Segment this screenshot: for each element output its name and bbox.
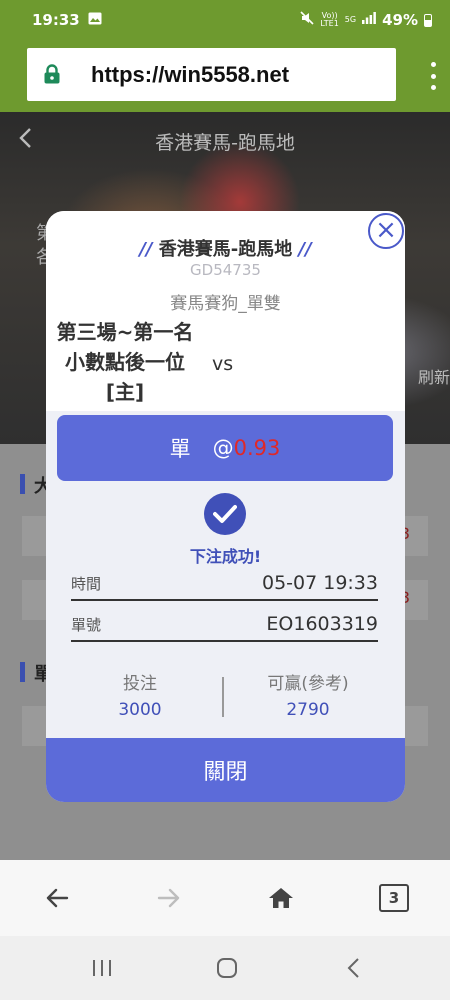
title-slash-left: // xyxy=(139,239,153,260)
lock-icon[interactable] xyxy=(43,64,61,84)
battery-icon xyxy=(424,13,432,27)
forward-arrow-icon[interactable] xyxy=(152,882,186,914)
volte-indicator: Vo)) LTE1 xyxy=(320,12,338,28)
close-button[interactable]: 關閉 xyxy=(46,738,405,802)
tab-count[interactable]: 3 xyxy=(379,884,409,912)
win-label: 可贏(參考) xyxy=(267,674,349,694)
close-icon[interactable]: × xyxy=(368,213,404,249)
event-code: GD54735 xyxy=(190,261,261,279)
order-label: 單號 xyxy=(71,615,102,634)
win-stat: 可贏(參考) 2790 xyxy=(228,669,388,720)
gallery-icon xyxy=(88,11,102,29)
status-time: 19:33 xyxy=(32,11,80,29)
order-row: 單號 EO1603319 xyxy=(71,608,378,642)
bet-type: 賽馬賽狗_單雙 xyxy=(170,294,281,314)
url-field[interactable]: https://win5558.net xyxy=(27,48,396,101)
signal-icon xyxy=(362,12,376,28)
title-slash-right: // xyxy=(298,239,312,260)
home-circle-icon[interactable] xyxy=(215,956,239,980)
recents-icon[interactable] xyxy=(90,956,114,980)
time-row: 時間 05-07 19:33 xyxy=(71,567,378,601)
stake-value: 3000 xyxy=(118,700,162,720)
net-5g-label: 5G xyxy=(344,15,357,24)
odds-prefix: @ xyxy=(212,436,234,460)
stat-divider xyxy=(222,677,224,717)
lte-label: LTE1 xyxy=(320,19,339,28)
battery-percent: 49% xyxy=(382,11,418,29)
status-bar: 19:33 Vo)) LTE1 5G 49% xyxy=(0,0,450,40)
home-icon[interactable] xyxy=(266,882,296,914)
url-text[interactable]: https://win5558.net xyxy=(91,62,289,88)
browser-toolbar: 3 xyxy=(0,860,450,936)
odds-value: 0.93 xyxy=(233,436,281,460)
refresh-button[interactable]: 刷新 xyxy=(418,364,450,388)
section-marker xyxy=(20,474,25,494)
win-value: 2790 xyxy=(286,700,330,720)
match-name: 第三場~第一名小數點後一位[主] xyxy=(56,320,194,404)
system-nav-bar xyxy=(0,936,450,1000)
mute-icon xyxy=(300,11,314,29)
stake-label: 投注 xyxy=(123,674,157,694)
time-label: 時間 xyxy=(71,574,102,593)
success-message: 下注成功! xyxy=(189,547,262,566)
dialog-title: // 香港賽馬-跑馬地 // xyxy=(46,235,405,261)
stake-stat: 投注 3000 xyxy=(60,669,220,720)
page-title: 香港賽馬-跑馬地 xyxy=(155,132,295,154)
section-marker xyxy=(20,662,25,682)
nav-back-icon[interactable] xyxy=(342,956,366,980)
vs-label: vs xyxy=(212,353,234,375)
dialog-title-text: 香港賽馬-跑馬地 xyxy=(158,239,293,260)
bet-summary: 投注 3000 可贏(參考) 2790 xyxy=(46,669,405,729)
selection-label: 單 xyxy=(169,437,191,461)
tabs-icon[interactable]: 3 xyxy=(378,882,410,914)
check-circle-icon xyxy=(204,493,246,535)
bet-selection-box: 單 @0.93 xyxy=(57,415,393,481)
back-arrow-icon[interactable] xyxy=(40,882,74,914)
order-value: EO1603319 xyxy=(266,613,378,635)
menu-dots-icon[interactable] xyxy=(430,62,436,90)
browser-url-bar: https://win5558.net xyxy=(0,40,450,112)
bet-success-dialog: // 香港賽馬-跑馬地 // GD54735 賽馬賽狗_單雙 第三場~第一名小數… xyxy=(46,211,405,802)
time-value: 05-07 19:33 xyxy=(261,572,378,594)
